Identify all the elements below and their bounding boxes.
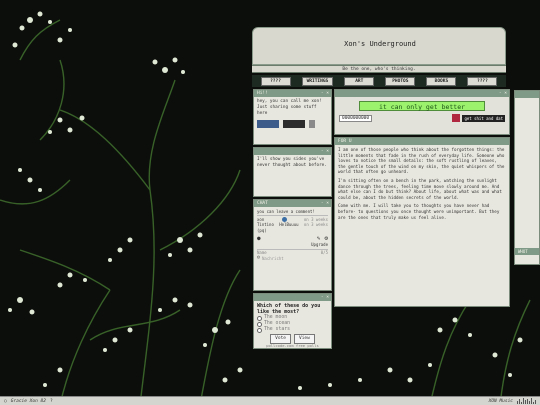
for-u-paragraph-1: I am one of those people who think about… xyxy=(338,147,505,175)
poll-footer[interactable]: pollcode.com free polls xyxy=(257,343,328,349)
chat-msg-user: Tintino xyxy=(257,222,274,227)
for-u-panel: FOR U I am one of those people who think… xyxy=(334,137,510,307)
nav-bar: ???? WRITINGS ART PHOTOS BOOKS ???? xyxy=(252,75,506,87)
pixel-art-icon xyxy=(452,114,461,122)
for-u-header: FOR U xyxy=(335,138,509,145)
nav-item-mystery-2[interactable]: ???? xyxy=(467,76,498,86)
about-panel-header: - × xyxy=(254,148,331,155)
nav-item-writings[interactable]: WRITINGS xyxy=(301,76,334,86)
home-icon[interactable]: ◯ xyxy=(4,399,7,404)
for-u-paragraph-3: Come with me. I will take you to thought… xyxy=(338,203,500,220)
hit-counter: 0000000000 xyxy=(339,114,373,122)
site-header: Xon's Underground xyxy=(252,27,506,65)
poll-panel-header: - × xyxy=(254,294,331,301)
hello-panel-text: hey, you can call me xon! Just sharing s… xyxy=(257,99,322,116)
chat-msg-text: HelBuuuu xyxy=(279,222,299,227)
taskbar-title: Gracie Xon 82 xyxy=(10,398,46,404)
chat-prompt: you can leave a comment! xyxy=(257,209,328,216)
main-site-window: Xon's Underground Be the one, who's thin… xyxy=(252,27,510,400)
banner-panel: - × it can only get better 0000000000 ge… xyxy=(334,89,510,135)
nav-item-books[interactable]: BOOKS xyxy=(426,76,457,86)
help-icon[interactable]: ? xyxy=(50,399,53,404)
banner-tagline: get shit and dat xyxy=(462,114,505,122)
music-label[interactable]: XON Music xyxy=(489,399,513,404)
about-panel-text: I'll show you sides you've never thought… xyxy=(257,157,327,168)
site-title: Xon's Underground xyxy=(344,40,416,48)
settings-icon[interactable]: ⚙ xyxy=(324,236,328,242)
equalizer-icon xyxy=(517,398,536,404)
chat-msg-tail: (pq) xyxy=(257,227,267,233)
badge-small xyxy=(309,120,315,128)
right-panel-header-1 xyxy=(515,91,539,98)
user-avatar-icon xyxy=(281,216,287,222)
hello-panel-header: Hi!! - × xyxy=(254,90,331,97)
radio-icon[interactable] xyxy=(257,327,262,333)
chat-message-input[interactable]: Nachricht xyxy=(262,256,284,262)
radio-icon[interactable] xyxy=(257,321,262,327)
poll-panel: - × Which of these do you like the most?… xyxy=(253,293,332,349)
nav-item-photos[interactable]: PHOTOS xyxy=(385,76,416,86)
badge-button-1[interactable] xyxy=(257,120,279,128)
nav-item-mystery-1[interactable]: ???? xyxy=(260,76,291,86)
person-icon[interactable]: ● xyxy=(257,236,261,242)
chat-panel-header: CHAT - × xyxy=(254,200,331,207)
hello-panel: Hi!! - × hey, you can call me xon! Just s… xyxy=(253,89,332,145)
banner-panel-header: - × xyxy=(335,90,509,97)
site-tagline: Be the one, who's thinking. xyxy=(252,65,506,73)
badge-button-2[interactable] xyxy=(283,120,305,128)
taskbar: ◯ Gracie Xon 82 ? XON Music xyxy=(0,396,540,405)
chat-name-count: 0/5 xyxy=(320,250,328,255)
chat-time-2: on 3 weeks xyxy=(303,222,328,227)
chat-panel: CHAT - × you can leave a comment! xon on … xyxy=(253,199,332,291)
radio-icon[interactable] xyxy=(257,315,262,321)
smile-icon[interactable]: ☺ xyxy=(257,255,260,262)
poll-question: Which of these do you like the most? xyxy=(257,303,321,315)
about-panel: - × I'll show you sides you've never tho… xyxy=(253,147,332,197)
nav-item-art[interactable]: ART xyxy=(344,76,375,86)
right-panel-header-2: WHOT xyxy=(515,248,539,255)
for-u-paragraph-2: I'm sitting often on a bench in the park… xyxy=(338,177,502,200)
edit-icon[interactable]: ✎ xyxy=(317,236,321,242)
banner-gif: it can only get better xyxy=(359,101,485,111)
upgrade-link[interactable]: Upgrade xyxy=(257,242,328,248)
right-side-panel: WHOT xyxy=(514,90,540,265)
poll-option-stars[interactable]: The stars xyxy=(257,327,328,333)
